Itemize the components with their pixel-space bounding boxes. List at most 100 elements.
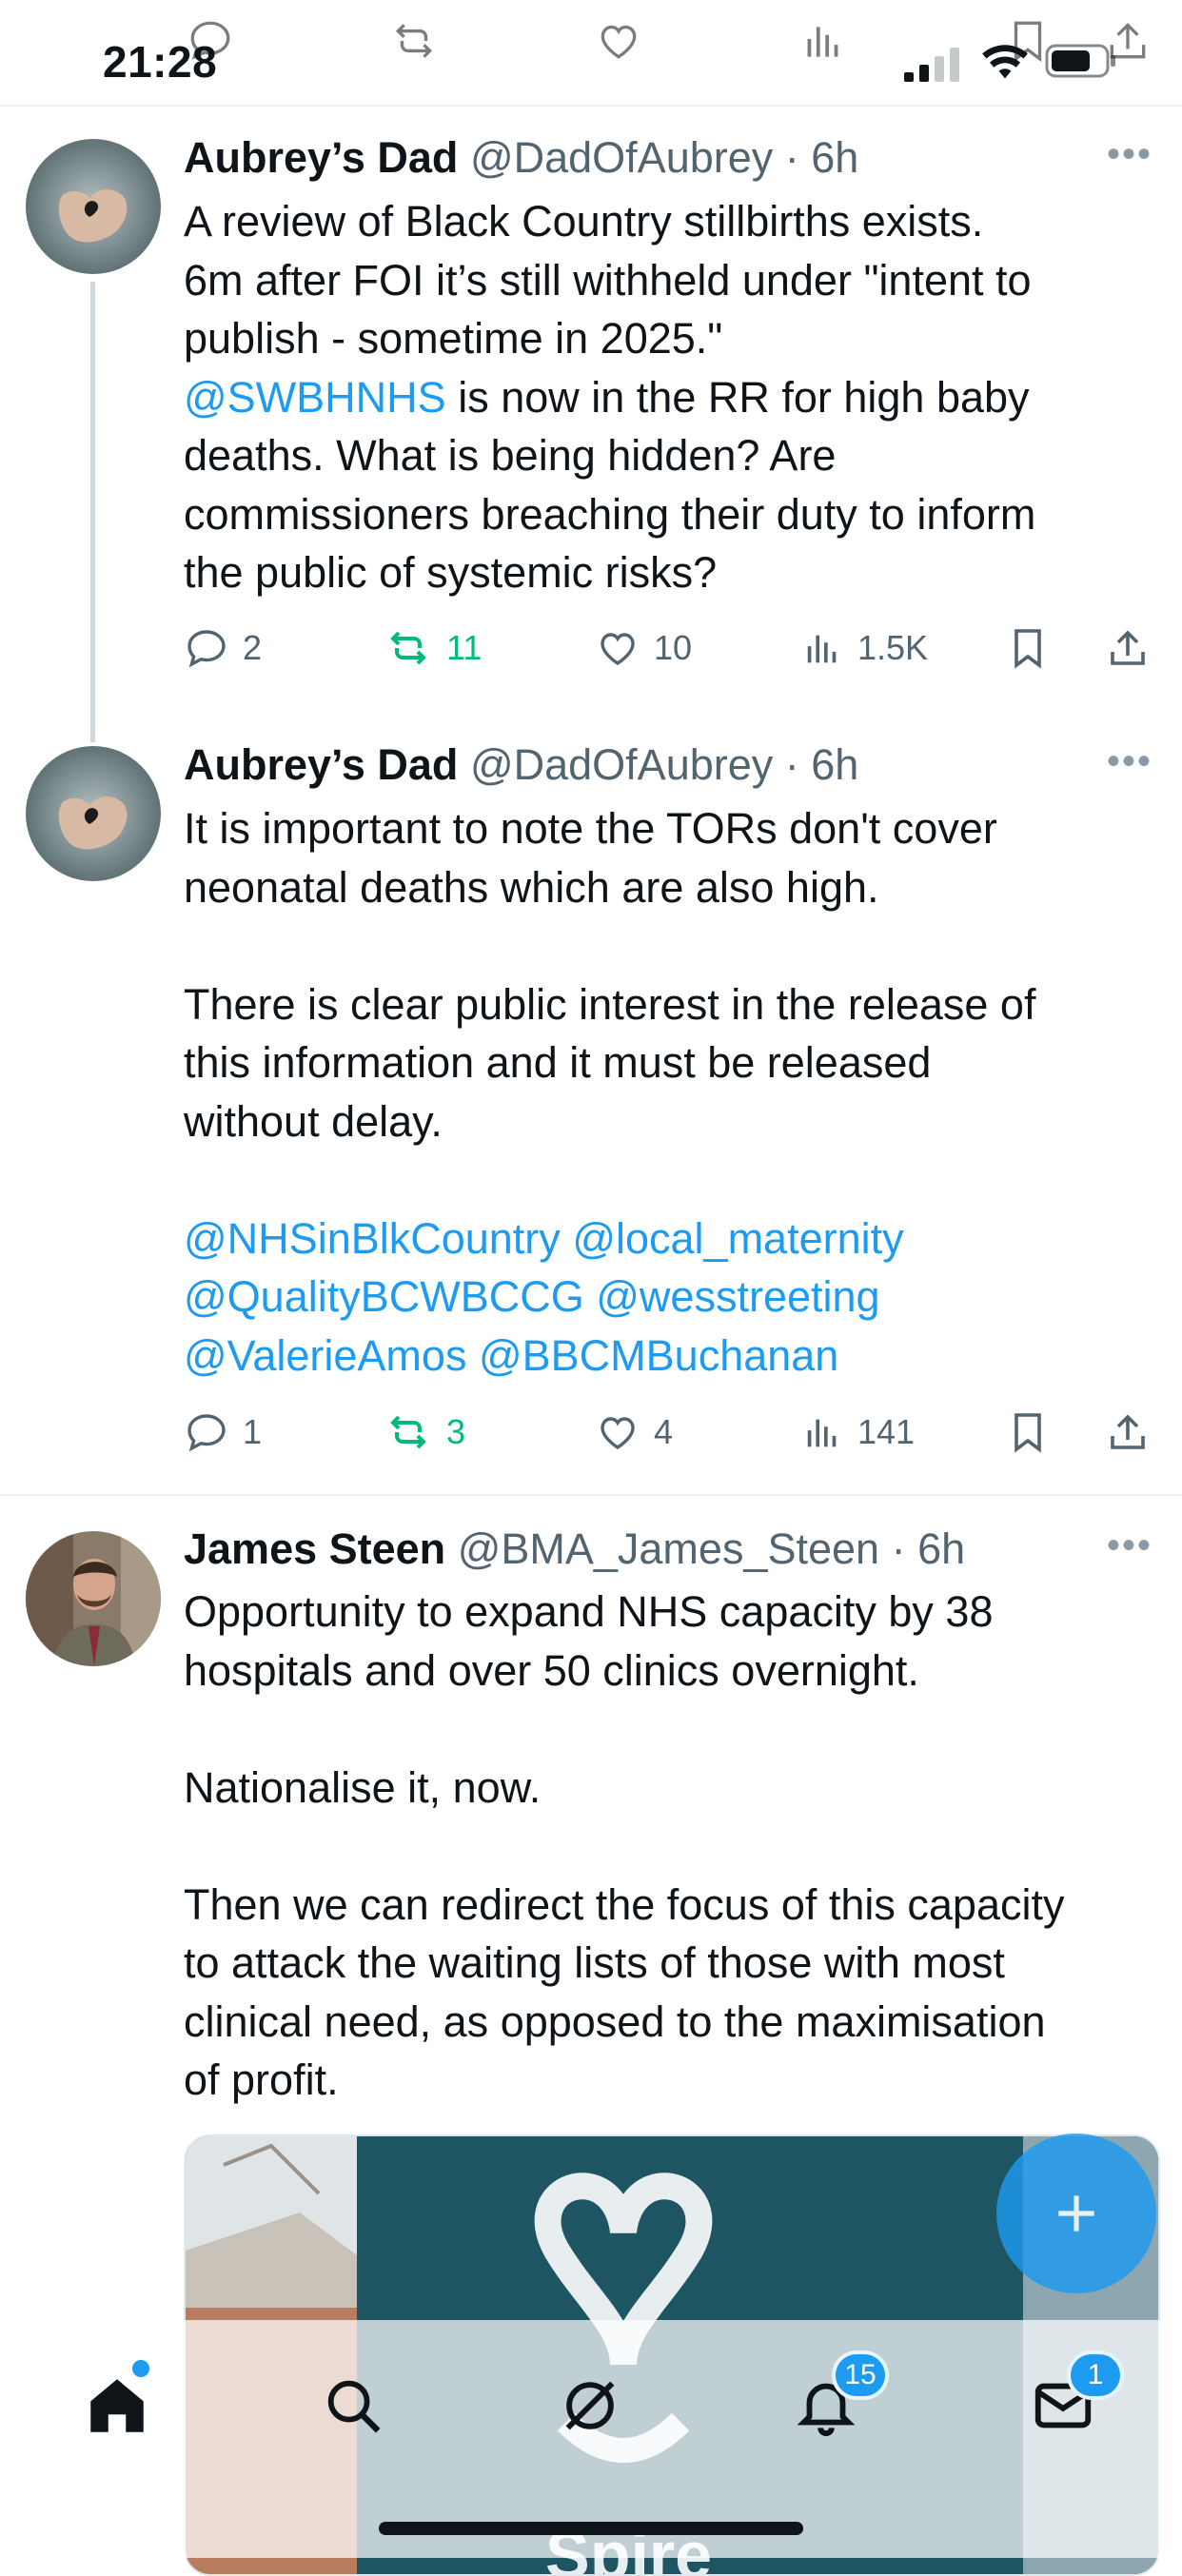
avatar[interactable] bbox=[26, 746, 161, 881]
reply-button[interactable]: 1 bbox=[184, 1404, 262, 1461]
tab-notifications[interactable]: 15 bbox=[778, 2350, 889, 2453]
mention-link[interactable]: @wesstreeting bbox=[596, 1272, 879, 1321]
views-button[interactable]: 141 bbox=[800, 1404, 915, 1461]
divider bbox=[0, 105, 1182, 107]
post-text-line: A review of Black Country stillbirths ex… bbox=[184, 192, 1135, 251]
view-count: 1.5K bbox=[857, 628, 929, 667]
avatar[interactable] bbox=[26, 1531, 161, 1666]
post-text-line: of profit. bbox=[184, 2051, 1135, 2110]
search-icon bbox=[327, 2380, 381, 2433]
bookmark-icon bbox=[1015, 629, 1041, 669]
post-age: 6h bbox=[811, 133, 859, 182]
tab-grok[interactable] bbox=[542, 2358, 638, 2453]
post-text-segment bbox=[466, 1331, 479, 1380]
view-count: 141 bbox=[857, 1412, 916, 1451]
post-text-line: Opportunity to expand NHS capacity by 38 bbox=[184, 1583, 1135, 1642]
post-text: It is important to note the TORs don't c… bbox=[184, 799, 1135, 1385]
messages-badge: 1 bbox=[1067, 2350, 1124, 2400]
post-text-line: It is important to note the TORs don't c… bbox=[184, 799, 1135, 858]
tab-messages[interactable]: 1 bbox=[1015, 2350, 1124, 2453]
user-handle[interactable]: @DadOfAubrey bbox=[470, 740, 773, 789]
reply-icon bbox=[187, 1414, 226, 1452]
post-actions: 2 11 10 1.5K bbox=[184, 619, 1145, 677]
post-text-line: commissioners breaching their duty to in… bbox=[184, 485, 1135, 544]
post-text-segment: is now in the RR for high baby bbox=[445, 372, 1030, 422]
views-button[interactable]: 1.5K bbox=[800, 619, 928, 677]
share-button[interactable] bbox=[1105, 1404, 1151, 1461]
grok-icon bbox=[565, 2381, 615, 2430]
post-text-segment bbox=[584, 1272, 597, 1321]
like-count: 4 bbox=[654, 1412, 674, 1451]
share-icon bbox=[1111, 1414, 1145, 1449]
display-name[interactable]: James Steen bbox=[184, 1524, 445, 1573]
mention-link[interactable]: @SWBHNHS bbox=[184, 373, 446, 422]
post-text-segment: clinical need, as opposed to the maximis… bbox=[184, 1996, 1046, 2046]
compose-button[interactable] bbox=[996, 2134, 1156, 2293]
tab-home[interactable] bbox=[69, 2358, 165, 2453]
divider bbox=[0, 1494, 1182, 1496]
tab-search[interactable] bbox=[305, 2358, 401, 2453]
post-text-line: publish - sometime in 2025." bbox=[184, 309, 1135, 368]
user-handle[interactable]: @BMA_James_Steen bbox=[458, 1524, 879, 1573]
home-indicator bbox=[379, 2522, 803, 2535]
more-options-icon[interactable]: ••• bbox=[1107, 133, 1152, 176]
bookmark-icon bbox=[1015, 1413, 1041, 1453]
home-icon bbox=[90, 2379, 144, 2432]
post-text-line: Then we can redirect the focus of this c… bbox=[184, 1876, 1135, 1935]
views-icon bbox=[807, 27, 838, 57]
like-icon bbox=[601, 633, 635, 665]
avatar[interactable] bbox=[26, 139, 161, 274]
post-text-line: clinical need, as opposed to the maximis… bbox=[184, 1993, 1135, 2052]
post-age: 6h bbox=[811, 740, 859, 789]
like-icon bbox=[601, 1417, 635, 1449]
bookmark-button[interactable] bbox=[1005, 619, 1051, 677]
post-header: James Steen @BMA_James_Steen · 6h bbox=[184, 1524, 966, 1573]
post-text-segment: commissioners breaching their duty to in… bbox=[184, 489, 1036, 539]
mention-link[interactable]: @local_maternity bbox=[572, 1214, 903, 1263]
post-text-segment: the public of systemic risks? bbox=[184, 548, 718, 597]
like-icon bbox=[601, 25, 637, 59]
repost-button[interactable]: 3 bbox=[384, 1404, 465, 1461]
more-options-icon[interactable]: ••• bbox=[1107, 740, 1152, 783]
mention-link[interactable]: @ValerieAmos bbox=[184, 1331, 466, 1380]
post-text-segment: Then we can redirect the focus of this c… bbox=[184, 1879, 1065, 1929]
mention-link[interactable]: @NHSinBlkCountry bbox=[184, 1214, 561, 1263]
display-name[interactable]: Aubrey’s Dad bbox=[184, 133, 458, 182]
mention-link[interactable]: @QualityBCWBCCG bbox=[184, 1272, 584, 1321]
repost-icon bbox=[390, 1415, 426, 1449]
post-text-line: Nationalise it, now. bbox=[184, 1759, 1135, 1818]
repost-count: 11 bbox=[446, 628, 483, 667]
post-text-segment: hospitals and over 50 clinics overnight. bbox=[184, 1645, 919, 1695]
like-button[interactable]: 4 bbox=[595, 1404, 673, 1461]
new-content-dot bbox=[132, 2360, 149, 2377]
share-icon bbox=[1111, 630, 1145, 665]
mention-link[interactable]: @BBCMBuchanan bbox=[479, 1331, 838, 1380]
reply-count: 2 bbox=[243, 628, 263, 667]
more-options-icon[interactable]: ••• bbox=[1107, 1524, 1152, 1567]
post-text-line: the public of systemic risks? bbox=[184, 543, 1135, 602]
repost-icon bbox=[395, 24, 433, 58]
user-handle[interactable]: @DadOfAubrey bbox=[470, 133, 773, 182]
repost-button[interactable]: 11 bbox=[384, 619, 482, 677]
repost-count: 3 bbox=[446, 1412, 466, 1451]
post-text: A review of Black Country stillbirths ex… bbox=[184, 192, 1135, 602]
wifi-icon bbox=[982, 45, 1028, 79]
display-name[interactable]: Aubrey’s Dad bbox=[184, 740, 458, 789]
cellular-signal-icon bbox=[904, 48, 959, 82]
post-header: Aubrey’s Dad @DadOfAubrey · 6h bbox=[184, 133, 859, 182]
like-button[interactable]: 10 bbox=[595, 619, 692, 677]
bookmark-button[interactable] bbox=[1005, 1404, 1051, 1461]
like-count: 10 bbox=[654, 628, 693, 667]
post-header: Aubrey’s Dad @DadOfAubrey · 6h bbox=[184, 740, 859, 789]
reply-button[interactable]: 2 bbox=[184, 619, 262, 677]
post-text-segment: Opportunity to expand NHS capacity by 38 bbox=[184, 1587, 994, 1636]
post-text-segment: 6m after FOI it’s still withheld under "… bbox=[184, 255, 1032, 305]
post-text-segment: There is clear public interest in the re… bbox=[184, 979, 1036, 1029]
post-text-segment: neonatal deaths which are also high. bbox=[184, 862, 879, 912]
post-text-line: @ValerieAmos @BBCMBuchanan bbox=[184, 1327, 1135, 1386]
share-button[interactable] bbox=[1105, 619, 1151, 677]
repost-icon bbox=[390, 631, 426, 665]
